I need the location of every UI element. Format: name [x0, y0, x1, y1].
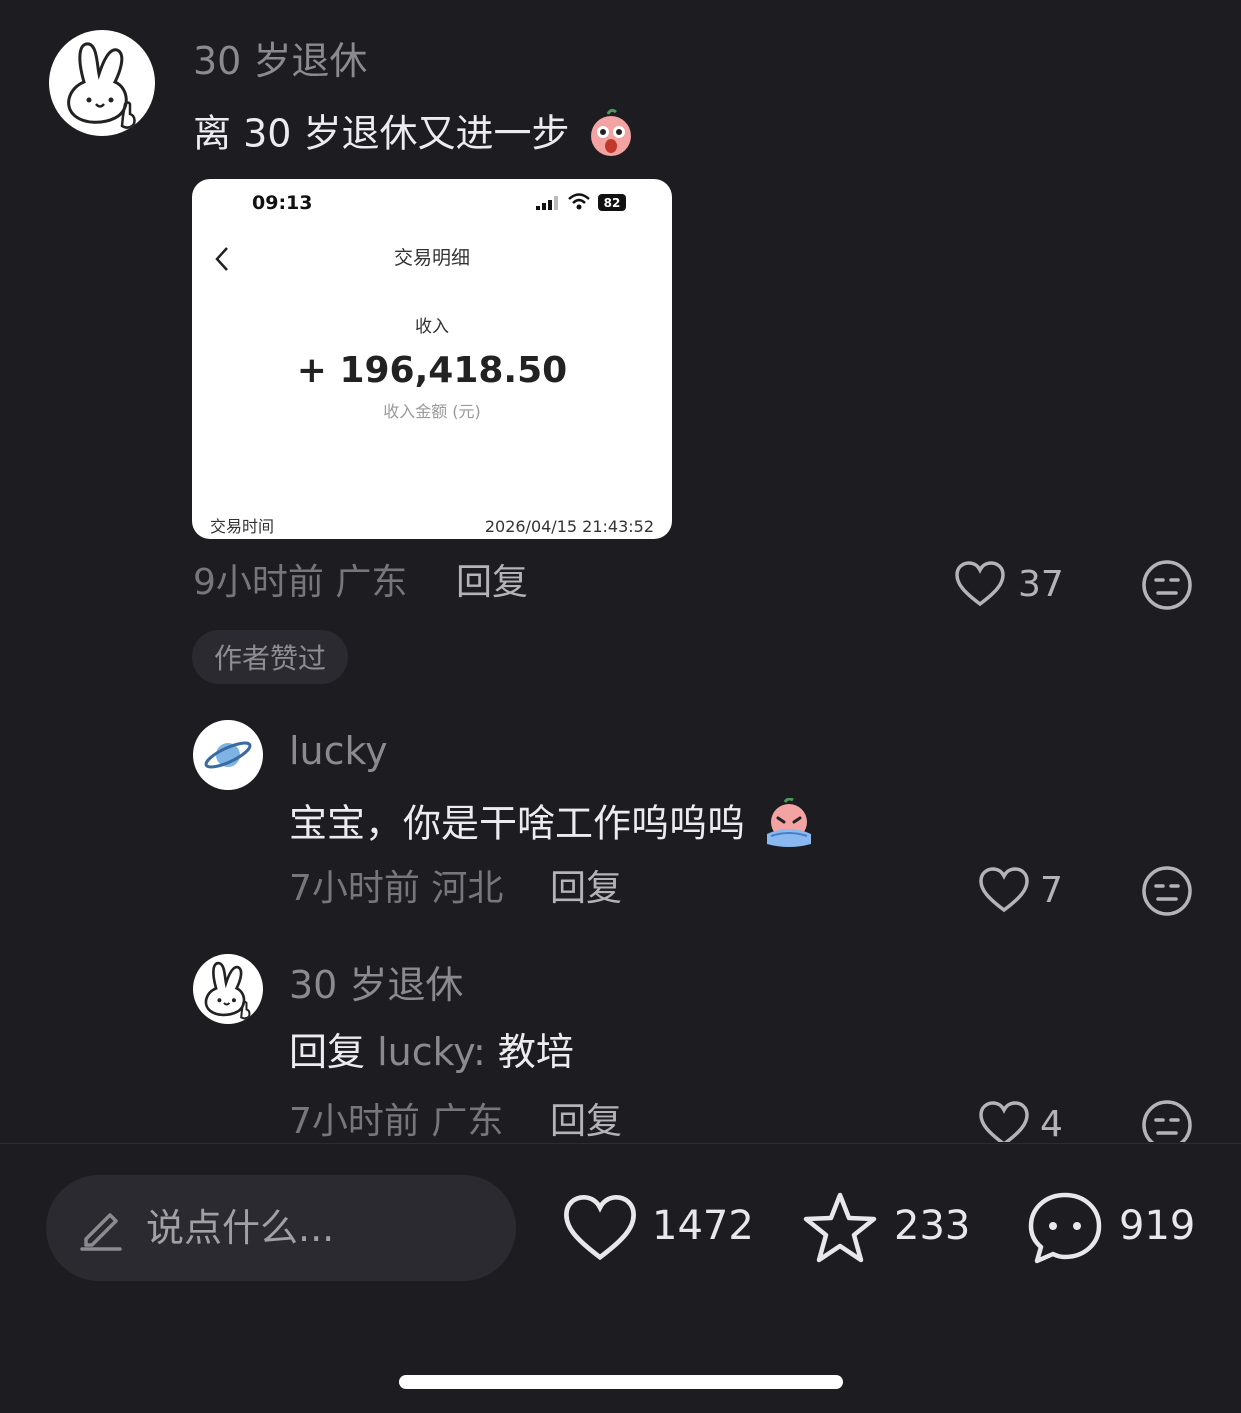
avatar[interactable] [193, 954, 263, 1024]
signal-icon [536, 196, 558, 210]
reply-prefix: 回复 [289, 1030, 366, 1074]
like-button[interactable]: 7 [978, 864, 1068, 916]
face-emoji-surprised-icon [586, 108, 636, 164]
planet-avatar-icon [204, 741, 252, 769]
like-button[interactable]: 4 [978, 1098, 1068, 1142]
avatar[interactable] [193, 720, 263, 790]
dislike-face-icon[interactable] [1141, 865, 1193, 917]
page-title: 交易明细 [393, 247, 470, 269]
like-button[interactable]: 37 [954, 558, 1070, 610]
comment-meta: 9小时前 广东 [193, 562, 408, 603]
income-label: 收入 [415, 317, 449, 337]
comment-count: 919 [1119, 1203, 1196, 1249]
comment-username[interactable]: 30 岁退休 [193, 42, 367, 80]
favorite-count: 233 [894, 1203, 971, 1249]
comment-body: 教培 [497, 1030, 574, 1074]
reply-button[interactable]: 回复 [550, 871, 622, 907]
wifi-icon [568, 193, 590, 210]
dislike-face-icon[interactable] [1141, 1099, 1193, 1142]
attached-image[interactable]: 09:13 82 交易明细 收入 + 196,418.50 收入金额 (元) 交… [192, 179, 672, 539]
comment-meta: 7小时前 广东 [289, 1101, 504, 1142]
comment-username[interactable]: lucky [289, 732, 388, 770]
comment-input[interactable]: 说点什么... [46, 1175, 516, 1281]
comment-username[interactable]: 30 岁退休 [289, 966, 463, 1004]
dislike-face-icon[interactable] [1141, 559, 1193, 611]
heart-icon [979, 867, 1029, 913]
like-count: 4 [1040, 1104, 1063, 1143]
author-liked-badge: 作者赞过 [192, 630, 348, 684]
bunny-avatar-icon [67, 42, 136, 129]
comment-input-placeholder: 说点什么... [146, 1206, 335, 1250]
like-count: 7 [1040, 870, 1063, 911]
comment-meta: 7小时前 河北 [289, 868, 504, 909]
reply-target-user[interactable]: lucky: [377, 1030, 486, 1074]
heart-icon [564, 1194, 636, 1261]
bunny-avatar-icon [204, 961, 251, 1020]
like-count: 37 [1018, 564, 1064, 605]
face-emoji-crying-icon [761, 797, 817, 854]
favorite-button[interactable]: 233 [802, 1190, 982, 1266]
heart-icon [955, 561, 1005, 607]
status-time: 09:13 [252, 192, 313, 214]
battery-icon: 82 [598, 194, 626, 211]
reply-button[interactable]: 回复 [550, 1104, 622, 1140]
trade-time-value: 2026/04/15 21:43:52 [484, 517, 654, 536]
post-like-button[interactable]: 1472 [562, 1190, 762, 1266]
bottom-bar-divider [0, 1143, 1241, 1144]
pencil-icon [80, 1213, 122, 1251]
comment-body: 离 30 岁退休又进一步 [193, 111, 570, 156]
heart-icon [979, 1101, 1029, 1142]
comments-button[interactable]: 919 [1027, 1190, 1197, 1266]
battery-level: 82 [603, 195, 621, 210]
comment-bubble-icon [1028, 1192, 1102, 1264]
comment-text: 离 30 岁退休又进一步 [193, 108, 636, 164]
income-amount: + 196,418.50 [296, 350, 568, 391]
star-icon [803, 1192, 877, 1263]
post-like-count: 1472 [652, 1203, 754, 1249]
reply-button[interactable]: 回复 [456, 565, 528, 601]
comment-text: 宝宝，你是干啥工作呜呜呜 [289, 797, 817, 854]
amount-unit: 收入金额 (元) [383, 402, 481, 421]
avatar[interactable] [49, 30, 155, 136]
trade-time-label: 交易时间 [210, 517, 275, 536]
comment-body: 宝宝，你是干啥工作呜呜呜 [289, 801, 746, 846]
comment-text: 回复 lucky: 教培 [289, 1033, 574, 1071]
home-indicator[interactable] [399, 1375, 843, 1389]
